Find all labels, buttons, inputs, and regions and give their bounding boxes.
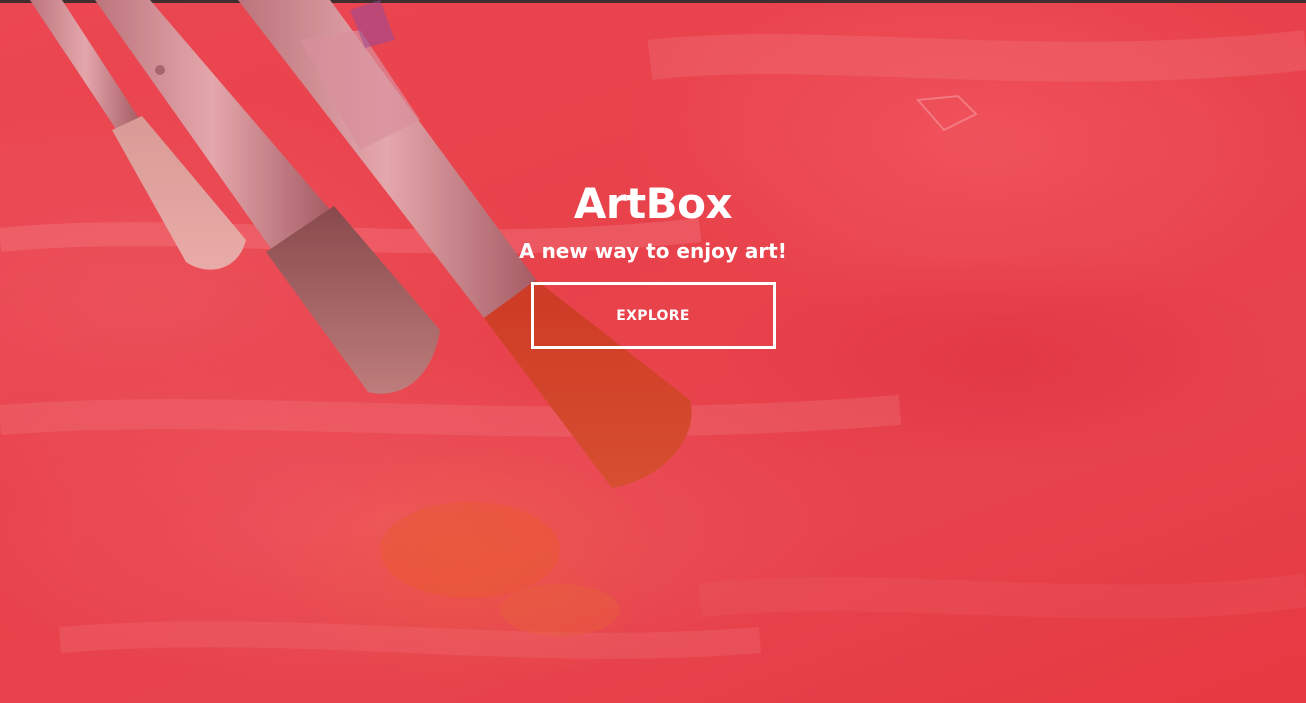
hero-section: ArtBox A new way to enjoy art! EXPLORE <box>0 0 1306 703</box>
page-title: ArtBox <box>573 179 733 228</box>
tagline: A new way to enjoy art! <box>519 239 787 263</box>
color-overlay <box>0 0 1306 703</box>
explore-button[interactable]: EXPLORE <box>530 282 776 349</box>
hero-content: ArtBox A new way to enjoy art! EXPLORE <box>0 178 1306 349</box>
